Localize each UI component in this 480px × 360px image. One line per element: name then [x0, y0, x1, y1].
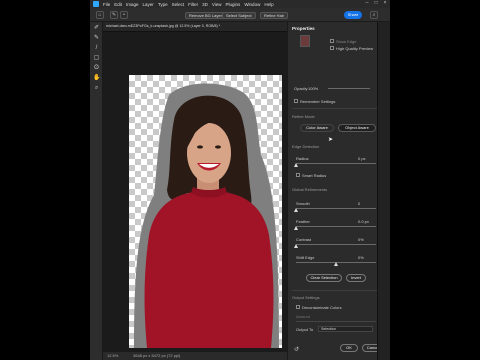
invert-button[interactable]: Invert — [346, 274, 366, 282]
minimize-icon[interactable]: – — [364, 1, 370, 6]
feather-label: Feather — [296, 219, 310, 224]
document-info: 3648 px x 5472 px (72 ppi) — [133, 353, 181, 358]
output-to-label: Output To — [296, 327, 314, 332]
shift-edge-slider-thumb[interactable] — [333, 262, 338, 266]
menu-help[interactable]: Help — [264, 2, 273, 7]
zoom-tool-icon[interactable]: ⌕ — [93, 85, 100, 92]
menu-type[interactable]: Type — [158, 2, 168, 7]
radius-slider-thumb[interactable] — [293, 163, 298, 167]
divider — [292, 290, 387, 291]
menu-window[interactable]: Window — [244, 2, 260, 7]
search-icon[interactable]: ⌕ — [370, 11, 378, 19]
quick-selection-tool-icon[interactable]: ✐ — [93, 25, 100, 32]
view-thumbnail[interactable] — [300, 35, 310, 47]
refine-edge-brush-icon[interactable]: ✎ — [93, 35, 100, 42]
output-settings-heading: Output Settings — [292, 295, 320, 300]
menu-view[interactable]: View — [212, 2, 222, 7]
opacity-label: Opacity — [294, 86, 308, 91]
amount-label: Amount — [296, 314, 310, 319]
feather-slider[interactable] — [296, 226, 376, 227]
opacity-slider[interactable] — [328, 88, 370, 89]
smooth-slider[interactable] — [296, 208, 376, 209]
left-eye — [197, 145, 203, 149]
panel-title: Properties — [292, 26, 315, 31]
menu-plugins[interactable]: Plugins — [226, 2, 241, 7]
contrast-value[interactable]: 0% — [358, 237, 364, 242]
sweater — [144, 190, 274, 348]
decontaminate-checkbox[interactable] — [296, 305, 300, 309]
global-refinements-heading: Global Refinements — [292, 187, 328, 192]
maximize-icon[interactable]: □ — [373, 1, 379, 6]
remember-settings-label: Remember Settings — [300, 99, 336, 104]
menu-3d[interactable]: 3D — [202, 2, 208, 7]
show-edge-label: Show Edge — [336, 39, 357, 44]
menu-layer[interactable]: Layer — [143, 2, 154, 7]
feather-slider-thumb[interactable] — [293, 226, 298, 230]
show-edge-checkbox[interactable] — [330, 39, 334, 43]
cursor-icon: ➤ — [328, 137, 334, 143]
divider — [292, 108, 387, 109]
feather-value[interactable]: 0.0 px — [358, 219, 369, 224]
menu-image[interactable]: Image — [126, 2, 139, 7]
properties-panel: Properties Show Edge High Quality Previe… — [287, 22, 390, 360]
smart-radius-checkbox[interactable] — [296, 173, 300, 177]
smooth-value[interactable]: 0 — [358, 201, 360, 206]
object-aware-button[interactable]: Object Aware — [338, 124, 376, 132]
brush-size-icon[interactable]: • — [120, 11, 128, 19]
opacity-value[interactable]: 100% — [308, 86, 318, 91]
color-aware-button[interactable]: Color Aware — [300, 124, 334, 132]
refine-hair-button[interactable]: Refine Hair — [260, 12, 289, 19]
select-subject-button[interactable]: Select Subject — [222, 12, 256, 19]
menu-select[interactable]: Select — [172, 2, 185, 7]
options-bar: ⌂ ✎ • Remove BG Layers Select Subject Re… — [90, 8, 390, 22]
high-quality-label: High Quality Preview — [336, 46, 374, 51]
smart-radius-label: Smart Radius — [302, 173, 327, 178]
home-icon[interactable]: ⌂ — [96, 11, 104, 19]
menu-file[interactable]: File — [103, 2, 110, 7]
brush-tool-icon[interactable]: ✎ — [110, 11, 118, 19]
contrast-slider-thumb[interactable] — [293, 244, 298, 248]
contrast-slider[interactable] — [296, 244, 376, 245]
zoom-level[interactable]: 12.5% — [107, 353, 118, 358]
collapsed-panels-strip — [377, 22, 390, 360]
share-button[interactable]: Share — [344, 11, 362, 19]
brush-tool-icon[interactable]: / — [93, 45, 100, 52]
radius-value[interactable]: 0 px — [358, 156, 366, 161]
radius-label: Radius — [296, 156, 309, 161]
lasso-tool-icon[interactable]: ʘ — [93, 65, 100, 72]
hand-tool-icon[interactable]: ✋ — [93, 75, 100, 82]
menu-filter[interactable]: Filter — [188, 2, 198, 7]
tools-panel: ✐ ✎ / ▢ ʘ ✋ ⌕ — [90, 22, 103, 360]
clear-selection-button[interactable]: Clear Selection — [306, 274, 342, 282]
refine-mode-heading: Refine Mode — [292, 114, 315, 119]
close-icon[interactable]: × — [382, 1, 388, 6]
high-quality-checkbox[interactable] — [330, 46, 334, 50]
right-eye — [215, 145, 221, 149]
smooth-slider-thumb[interactable] — [293, 208, 298, 212]
menu-edit[interactable]: Edit — [114, 2, 122, 7]
smooth-label: Smooth — [296, 201, 310, 206]
ok-button[interactable]: OK — [340, 344, 358, 352]
amount-slider[interactable] — [296, 321, 376, 322]
shift-edge-label: Shift Edge — [296, 255, 315, 260]
reset-icon[interactable]: ↺ — [294, 346, 299, 353]
remember-settings-checkbox[interactable] — [294, 99, 298, 103]
menu-bar: File Edit Image Layer Type Select Filter… — [90, 0, 390, 8]
photoshop-logo-icon — [93, 1, 99, 7]
output-to-select[interactable]: Selection — [318, 326, 373, 332]
document-canvas[interactable] — [129, 75, 282, 348]
radius-slider[interactable] — [296, 163, 376, 164]
document-title: michael-dam-mEZ3PoFGs_k-unsplash.jpg @ 1… — [106, 24, 221, 28]
object-selection-tool-icon[interactable]: ▢ — [93, 55, 100, 62]
shift-edge-value[interactable]: 0% — [358, 255, 364, 260]
edge-detection-heading: Edge Detection — [292, 144, 320, 149]
decontaminate-label: Decontaminate Colors — [302, 305, 342, 310]
photoshop-window: File Edit Image Layer Type Select Filter… — [90, 0, 390, 360]
contrast-label: Contrast — [296, 237, 312, 242]
subject-photo — [134, 83, 279, 348]
